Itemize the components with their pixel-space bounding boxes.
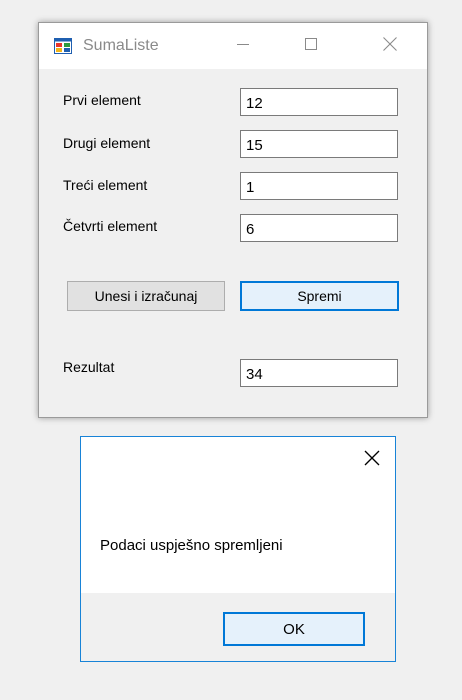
- fourth-element-label: Četvrti element: [63, 218, 158, 234]
- save-button[interactable]: Spremi: [240, 281, 399, 311]
- second-element-input[interactable]: [240, 130, 398, 158]
- close-button[interactable]: [367, 23, 413, 69]
- message-text: Podaci uspješno spremljeni: [100, 537, 283, 554]
- desktop: SumaListe Prvi element 12 Drugi element …: [0, 0, 462, 700]
- message-close-button[interactable]: [357, 445, 387, 475]
- title-bar[interactable]: SumaListe: [39, 23, 427, 69]
- minimize-button[interactable]: [220, 23, 266, 69]
- maximize-button[interactable]: [288, 23, 334, 69]
- app-form-icon: [54, 38, 72, 54]
- main-window: SumaListe Prvi element 12 Drugi element …: [38, 22, 428, 418]
- second-element-label: Drugi element: [63, 135, 151, 151]
- window-title: SumaListe: [83, 37, 159, 54]
- third-element-label: Treći element: [63, 177, 148, 193]
- result-input[interactable]: [240, 359, 398, 387]
- first-element-label: Prvi element: [63, 92, 141, 108]
- ok-button[interactable]: OK: [223, 612, 365, 646]
- close-icon: [383, 36, 397, 56]
- third-element-input[interactable]: [240, 172, 398, 200]
- message-footer: OK: [81, 593, 395, 661]
- close-icon: [364, 450, 380, 471]
- fourth-element-input[interactable]: [240, 214, 398, 242]
- minimize-icon: [237, 37, 249, 55]
- first-element-input[interactable]: [240, 88, 398, 116]
- compute-button[interactable]: Unesi i izračunaj: [67, 281, 225, 311]
- message-box: Podaci uspješno spremljeni OK: [80, 436, 396, 662]
- maximize-icon: [305, 37, 317, 55]
- result-label: Rezultat: [63, 359, 115, 375]
